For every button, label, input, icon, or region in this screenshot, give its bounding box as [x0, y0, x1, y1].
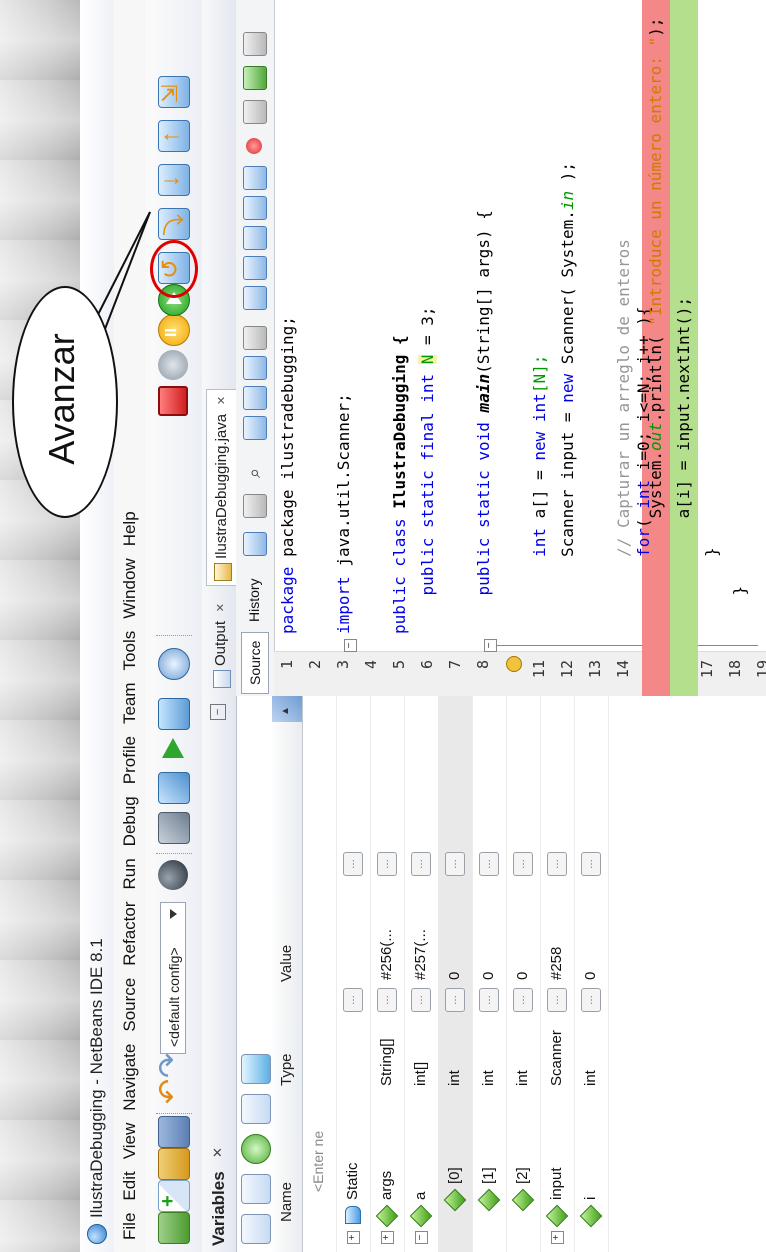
callout-pointer: [69, 211, 151, 421]
callout-label: Avanzar: [41, 333, 82, 465]
callout-label-box: Avanzar: [32, 318, 92, 478]
